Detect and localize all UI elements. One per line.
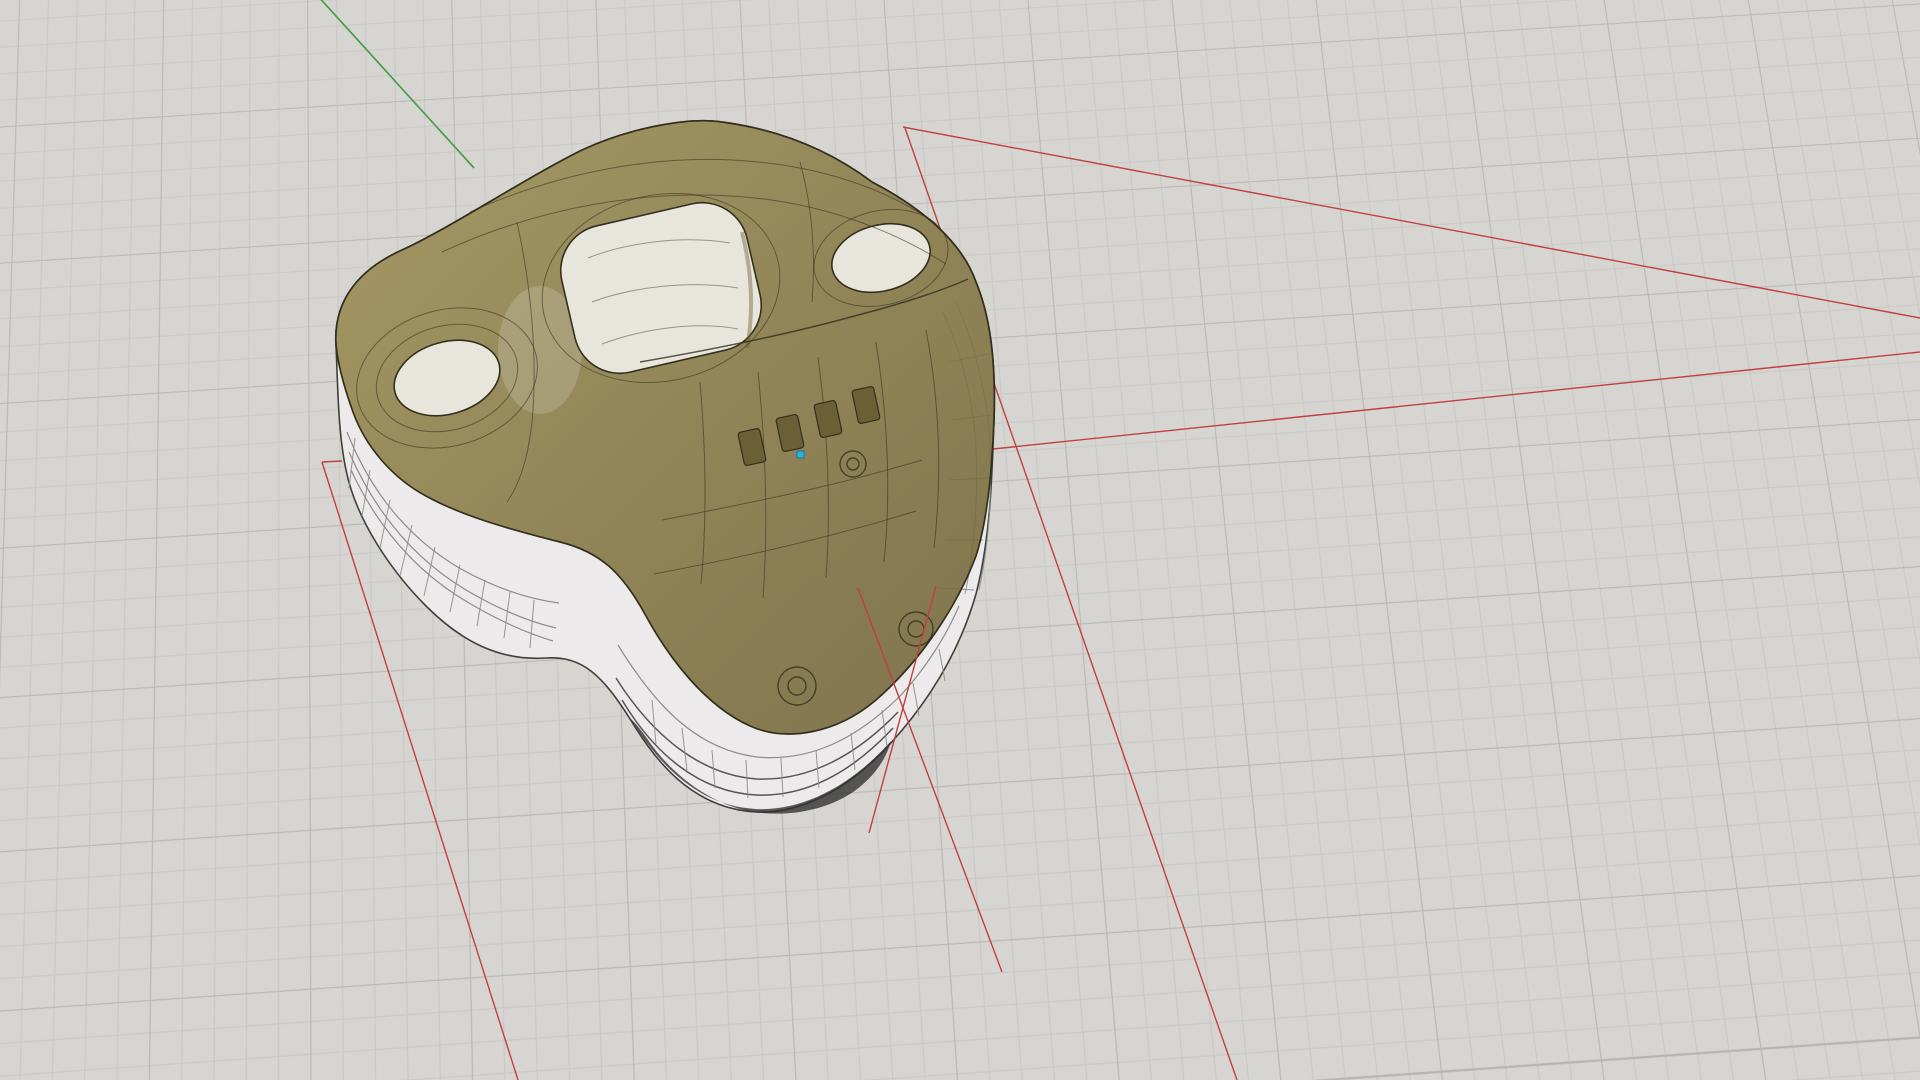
selection-point[interactable] — [797, 451, 804, 458]
scene-svg — [0, 0, 1920, 1080]
cad-viewport[interactable] — [0, 0, 1920, 1080]
y-axis-green — [316, 0, 474, 168]
model-case[interactable] — [336, 121, 995, 814]
axis-lines — [316, 0, 474, 168]
construction-line — [903, 127, 1920, 318]
construction-line — [322, 461, 342, 462]
x-axis-red — [993, 352, 1920, 449]
